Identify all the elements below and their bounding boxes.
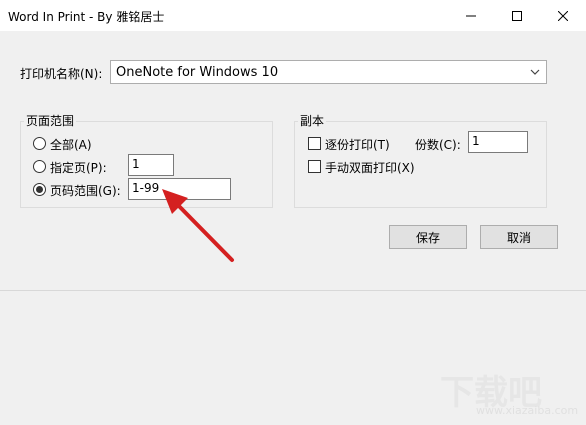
window-title: Word In Print - By 雅铭居士 <box>8 10 165 24</box>
printer-select[interactable]: OneNote for Windows 10 <box>110 60 547 84</box>
duplex-label: 手动双面打印(X) <box>325 161 415 175</box>
watermark-url: www.xiazaiba.com <box>476 404 579 417</box>
page-range-title: 页面范围 <box>24 112 77 129</box>
radio-page-range[interactable] <box>33 183 46 196</box>
radio-specified-page[interactable] <box>33 160 46 173</box>
close-button[interactable] <box>540 0 586 31</box>
copies-count-input[interactable]: 1 <box>468 131 528 153</box>
cancel-button[interactable]: 取消 <box>480 225 558 249</box>
close-icon <box>558 10 568 21</box>
printer-select-value: OneNote for Windows 10 <box>116 65 279 80</box>
duplex-checkbox[interactable] <box>308 160 321 173</box>
separator <box>0 290 586 291</box>
red-arrow-pointer-icon <box>162 189 234 262</box>
minimize-button[interactable] <box>448 0 494 31</box>
copies-count-label: 份数(C): <box>415 138 461 152</box>
chevron-down-icon <box>530 69 540 75</box>
copies-title: 副本 <box>298 112 327 129</box>
maximize-button[interactable] <box>494 0 540 31</box>
collate-checkbox[interactable] <box>308 137 321 150</box>
radio-all-label: 全部(A) <box>50 138 92 152</box>
specified-page-input[interactable]: 1 <box>128 154 174 176</box>
save-button[interactable]: 保存 <box>389 225 467 249</box>
radio-page-range-label: 页码范围(G): <box>50 184 121 198</box>
minimize-icon <box>466 15 476 16</box>
title-bar: Word In Print - By 雅铭居士 <box>0 0 586 31</box>
radio-all[interactable] <box>33 137 46 150</box>
radio-specified-page-label: 指定页(P): <box>50 161 107 175</box>
maximize-icon <box>512 10 522 21</box>
printer-label: 打印机名称(N): <box>20 67 103 81</box>
collate-label: 逐份打印(T) <box>325 138 390 152</box>
